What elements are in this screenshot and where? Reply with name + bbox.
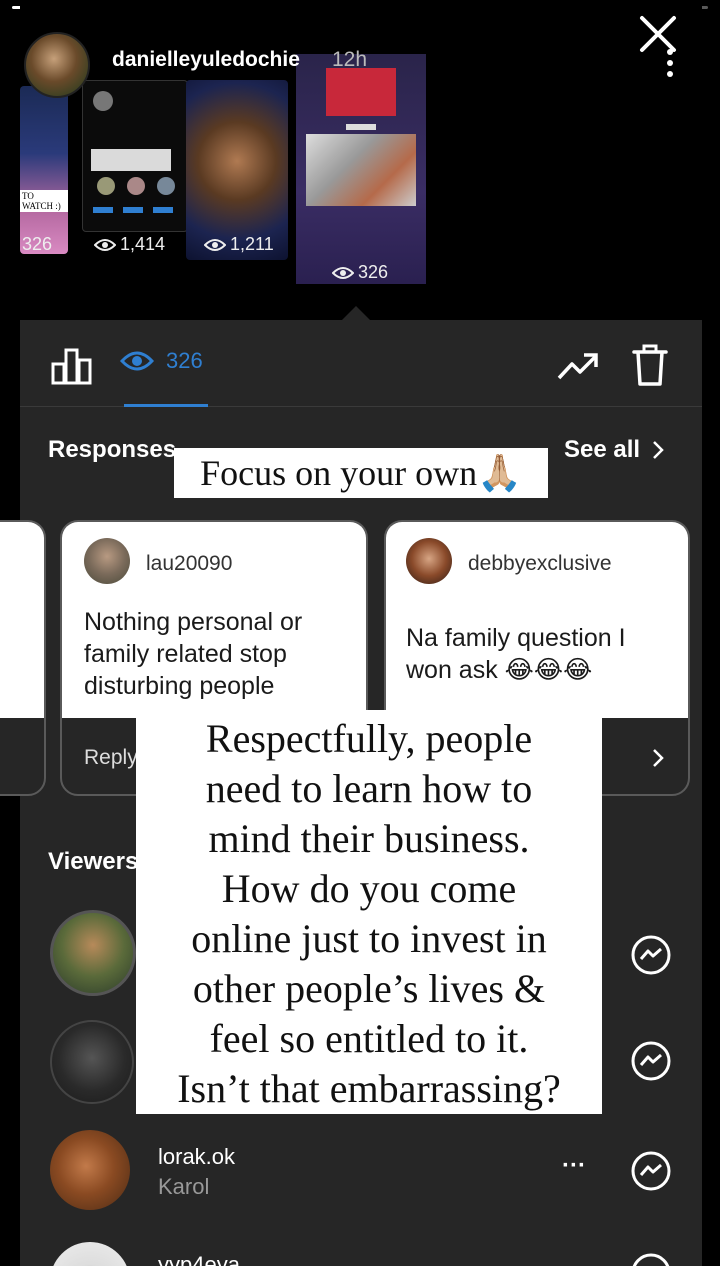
viewer-full-name: Karol xyxy=(158,1174,210,1199)
story-author-avatar[interactable] xyxy=(24,32,90,98)
see-all-link[interactable]: See all xyxy=(564,436,664,464)
eye-icon xyxy=(94,238,116,251)
story-thumbnail[interactable] xyxy=(186,80,288,260)
viewer-avatar xyxy=(50,1130,130,1210)
trending-icon[interactable] xyxy=(556,350,600,382)
thumbnail-view-count: 326 xyxy=(332,262,388,283)
responder-avatar xyxy=(406,538,452,584)
viewer-row[interactable]: yyp4eya xyxy=(20,1238,702,1266)
viewer-username: yyp4eya xyxy=(158,1252,240,1266)
see-all-label: See all xyxy=(564,436,641,463)
viewers-tab[interactable]: 326 xyxy=(120,348,203,374)
response-message: Nothing personal or family related stop … xyxy=(84,608,303,700)
chevron-right-icon xyxy=(653,441,664,459)
messenger-icon[interactable] xyxy=(630,1150,672,1192)
eye-icon xyxy=(204,238,226,251)
responses-title: Responses xyxy=(48,436,177,463)
bar-chart-icon[interactable] xyxy=(50,346,94,386)
chevron-right-icon[interactable] xyxy=(652,748,664,768)
eye-icon xyxy=(120,351,154,371)
eye-icon xyxy=(332,266,354,279)
thumbnail-view-count: 1,414 xyxy=(94,234,165,255)
viewer-row[interactable]: lorak.ok Karol ··· xyxy=(20,1130,702,1230)
response-message: Na family question I won ask 😂😂😂 xyxy=(406,624,626,684)
messenger-icon[interactable] xyxy=(630,1252,672,1266)
story-timestamp: 12h xyxy=(332,48,368,71)
thumbnail-view-count: 1,211 xyxy=(204,234,274,255)
viewer-avatar xyxy=(50,1020,134,1104)
stats-toolbar: 326 xyxy=(20,320,702,407)
story-thumbnail-active[interactable] xyxy=(296,54,426,284)
trash-icon[interactable] xyxy=(630,342,670,388)
reply-button[interactable]: Reply xyxy=(84,746,138,770)
more-options-icon[interactable]: ··· xyxy=(562,1152,586,1180)
responder-handle: lau20090 xyxy=(146,552,233,575)
caption-main: Respectfully, people need to learn how t… xyxy=(136,710,602,1114)
response-card-partial[interactable] xyxy=(0,520,46,796)
messenger-icon[interactable] xyxy=(630,934,672,976)
viewer-avatar xyxy=(50,910,136,996)
story-thumbnail[interactable]: TO WATCH :) xyxy=(20,86,68,254)
caption-focus: Focus on your own🙏🏼 xyxy=(174,448,548,498)
story-author-username[interactable]: danielleyuledochie xyxy=(112,48,300,72)
responder-handle: debbyexclusive xyxy=(468,552,612,575)
viewer-username: lorak.ok xyxy=(158,1144,236,1169)
viewers-tab-indicator xyxy=(124,404,208,407)
more-options-icon[interactable] xyxy=(664,48,676,78)
thumbnail-text: TO WATCH :) xyxy=(20,190,68,212)
viewers-title: Viewers xyxy=(48,848,139,875)
thumbnail-view-count: 326 xyxy=(22,234,53,254)
viewer-avatar xyxy=(50,1242,130,1266)
story-thumbnail[interactable] xyxy=(82,80,188,232)
viewers-count: 326 xyxy=(166,348,203,373)
messenger-icon[interactable] xyxy=(630,1040,672,1082)
responder-avatar xyxy=(84,538,130,584)
